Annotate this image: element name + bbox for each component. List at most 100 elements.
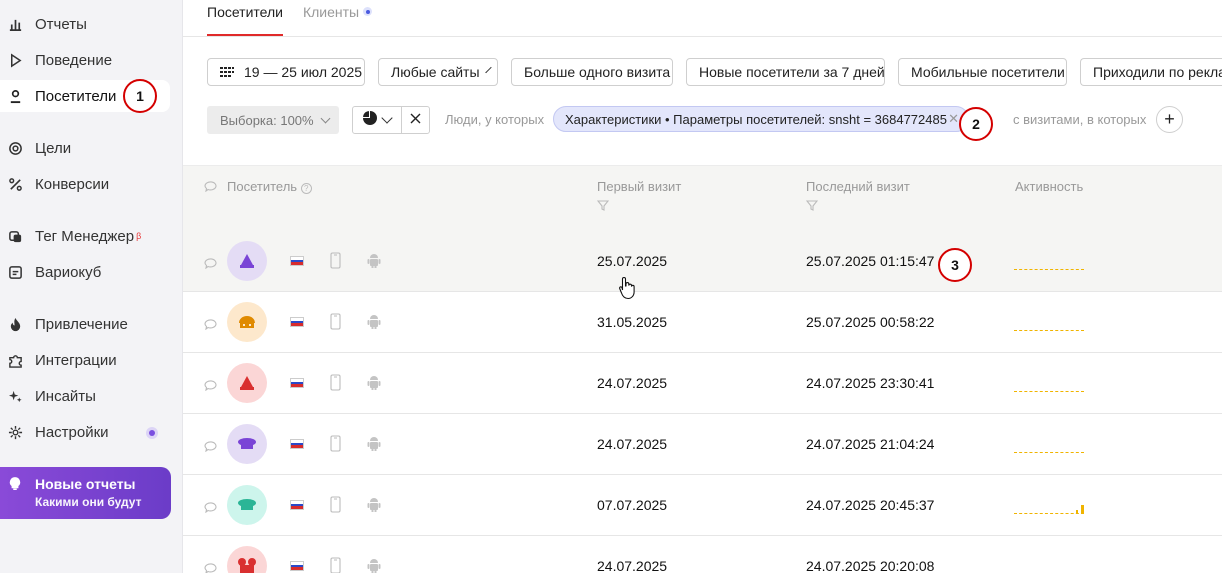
tab-clients[interactable]: Клиенты [303, 0, 373, 36]
header-first-visit[interactable]: Первый визит [596, 179, 681, 214]
visitor-avatar[interactable] [227, 241, 267, 281]
pie-chart-icon [363, 110, 378, 130]
first-visit-cell: 24.07.2025 [597, 375, 668, 391]
sidebar-item-settings[interactable]: Настройки [0, 416, 170, 448]
comment-icon[interactable] [204, 378, 217, 396]
sites-dropdown[interactable]: Любые сайты [378, 58, 498, 86]
visitor-avatar[interactable] [227, 546, 267, 573]
table-row[interactable]: 25.07.2025 25.07.2025 01:15:47 [183, 231, 1222, 292]
close-icon [410, 111, 421, 129]
smartphone-icon [330, 313, 341, 335]
android-icon [367, 252, 381, 274]
chevron-down-icon [484, 66, 492, 74]
people-condition-label: Люди, у которых [445, 112, 545, 127]
russia-flag-icon [290, 500, 304, 510]
comment-icon[interactable] [204, 256, 217, 274]
activity-bar [1081, 505, 1084, 514]
sidebar-item-label: Инсайты [35, 387, 96, 405]
puzzle-icon [8, 353, 23, 368]
first-visit-cell: 25.07.2025 [597, 253, 668, 269]
sparkle-icon [8, 389, 23, 404]
smartphone-icon [330, 435, 341, 457]
sites-label: Любые сайты [391, 64, 480, 80]
visits-condition-label: с визитами, в которых [1013, 112, 1147, 127]
segment-button-mobile[interactable]: Мобильные посетители [898, 58, 1067, 86]
sidebar-item-insights[interactable]: Инсайты [0, 380, 170, 412]
beta-badge: β [136, 231, 142, 241]
segment-button-multi-visit[interactable]: Больше одного визита [511, 58, 673, 86]
segment-button-ads[interactable]: Приходили по реклам [1080, 58, 1222, 86]
sidebar-item-label: Цели [35, 139, 72, 157]
table-row[interactable]: 31.05.2025 25.07.2025 00:58:22 [183, 292, 1222, 353]
sample-label: Выборка: 100% [220, 112, 314, 128]
sidebar-item-label: Поведение [35, 51, 113, 69]
android-icon [367, 557, 381, 573]
last-visit-cell: 25.07.2025 00:58:22 [806, 314, 935, 330]
android-icon [367, 374, 381, 396]
clear-segment-button[interactable] [402, 107, 429, 133]
chevron-down-icon [320, 113, 331, 123]
table-row[interactable]: 24.07.2025 24.07.2025 21:04:24 [183, 414, 1222, 475]
annotation-marker-1: 1 [123, 79, 157, 113]
table-row[interactable]: 24.07.2025 24.07.2025 23:30:41 [183, 353, 1222, 414]
chip-close-icon[interactable]: ✕ [948, 111, 959, 127]
sidebar-item-label: Привлечение [35, 315, 128, 333]
last-visit-cell: 24.07.2025 23:30:41 [806, 375, 935, 391]
comment-icon[interactable] [204, 317, 217, 335]
sidebar-item-conversions[interactable]: Конверсии [0, 168, 170, 200]
date-range-button[interactable]: 19 — 25 июл 2025 [207, 58, 365, 86]
android-icon [367, 496, 381, 518]
filter-icon[interactable] [596, 199, 681, 214]
comment-icon [204, 180, 217, 195]
sidebar-item-acquisition[interactable]: Привлечение [0, 308, 170, 340]
date-range-label: 19 — 25 июл 2025 [244, 64, 363, 80]
comment-icon[interactable] [204, 439, 217, 457]
sidebar-item-integrations[interactable]: Интеграции [0, 344, 170, 376]
segment-button-new-visitors[interactable]: Новые посетители за 7 дней [686, 58, 885, 86]
visitor-avatar[interactable] [227, 302, 267, 342]
tab-visitors[interactable]: Посетители [207, 0, 283, 36]
russia-flag-icon [290, 439, 304, 449]
first-visit-cell: 07.07.2025 [597, 497, 668, 513]
new-reports-promo[interactable]: Новые отчеты Какими они будут [0, 467, 171, 519]
sidebar-item-tag-manager[interactable]: Тег Менеджер β [0, 220, 170, 252]
sidebar-item-label: Тег Менеджер [35, 227, 135, 245]
header-activity: Активность [1015, 179, 1084, 194]
visitor-avatar[interactable] [227, 363, 267, 403]
android-icon [367, 313, 381, 335]
sample-dropdown[interactable]: Выборка: 100% [207, 106, 339, 134]
first-visit-cell: 24.07.2025 [597, 558, 668, 573]
comment-icon[interactable] [204, 561, 217, 573]
chip-label: Характеристики • Параметры посетителей: … [565, 111, 947, 127]
table-row[interactable]: 07.07.2025 24.07.2025 20:45:37 [183, 475, 1222, 536]
sidebar-item-variocube[interactable]: Вариокуб [0, 256, 170, 288]
app-window: Отчеты Поведение Посетители Цели Конверс… [0, 0, 1222, 573]
smartphone-icon [330, 252, 341, 274]
play-icon [8, 52, 23, 68]
russia-flag-icon [290, 561, 304, 571]
table-row[interactable]: 24.07.2025 24.07.2025 20:20:08 [183, 536, 1222, 573]
flame-icon [8, 317, 23, 332]
plus-icon: + [1164, 109, 1175, 129]
comment-icon[interactable] [204, 500, 217, 518]
russia-flag-icon [290, 317, 304, 327]
smartphone-icon [330, 496, 341, 518]
promo-subtitle: Какими они будут [35, 495, 142, 509]
sidebar-item-label: Конверсии [35, 175, 110, 193]
visitor-avatar[interactable] [227, 424, 267, 464]
sidebar-item-reports[interactable]: Отчеты [0, 8, 170, 40]
header-last-visit[interactable]: Последний визит [805, 179, 910, 214]
segment-type-selector[interactable] [352, 106, 430, 134]
annotation-marker-3: 3 [938, 248, 972, 282]
promo-title: Новые отчеты [35, 476, 136, 492]
pie-dropdown[interactable] [353, 107, 403, 133]
filter-icon[interactable] [805, 199, 910, 214]
help-icon[interactable]: ? [300, 183, 312, 194]
header-visitor: Посетитель ? [227, 179, 312, 194]
sidebar-item-goals[interactable]: Цели [0, 132, 170, 164]
sidebar-item-behavior[interactable]: Поведение [0, 44, 170, 76]
visitor-avatar[interactable] [227, 485, 267, 525]
russia-flag-icon [290, 378, 304, 388]
add-condition-button[interactable]: + [1156, 106, 1183, 133]
segment-condition-chip[interactable]: Характеристики • Параметры посетителей: … [553, 106, 969, 132]
